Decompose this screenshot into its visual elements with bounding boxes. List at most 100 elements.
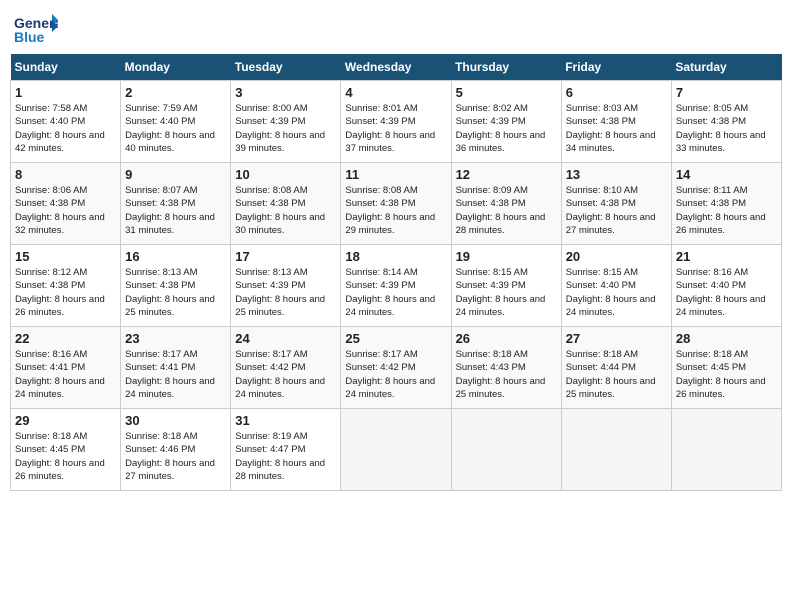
- calendar-cell: 15 Sunrise: 8:12 AMSunset: 4:38 PMDayligh…: [11, 245, 121, 327]
- week-row-1: 1 Sunrise: 7:58 AMSunset: 4:40 PMDaylight…: [11, 81, 782, 163]
- calendar-cell: 8 Sunrise: 8:06 AMSunset: 4:38 PMDaylight…: [11, 163, 121, 245]
- day-detail: Sunrise: 8:18 AMSunset: 4:43 PMDaylight:…: [456, 348, 557, 401]
- week-row-4: 22Sunrise: 8:16 AMSunset: 4:41 PMDayligh…: [11, 327, 782, 409]
- calendar-cell: 14 Sunrise: 8:11 AMSunset: 4:38 PMDayligh…: [671, 163, 781, 245]
- day-number: 24: [235, 331, 336, 346]
- day-detail: Sunrise: 8:12 AMSunset: 4:38 PMDaylight:…: [15, 266, 116, 319]
- calendar-cell: 5Sunrise: 8:02 AMSunset: 4:39 PMDaylight…: [451, 81, 561, 163]
- col-header-tuesday: Tuesday: [231, 54, 341, 81]
- calendar-cell: 6 Sunrise: 8:03 AMSunset: 4:38 PMDaylight…: [561, 81, 671, 163]
- day-number: 15: [15, 249, 116, 264]
- page-header: General Blue: [10, 10, 782, 46]
- col-header-friday: Friday: [561, 54, 671, 81]
- day-detail: Sunrise: 8:01 AMSunset: 4:39 PMDaylight:…: [345, 102, 446, 155]
- day-detail: Sunrise: 8:15 AMSunset: 4:40 PMDaylight:…: [566, 266, 667, 319]
- calendar-cell: 26 Sunrise: 8:18 AMSunset: 4:43 PMDayligh…: [451, 327, 561, 409]
- day-detail: Sunrise: 8:18 AMSunset: 4:44 PMDaylight:…: [566, 348, 667, 401]
- day-detail: Sunrise: 8:17 AMSunset: 4:41 PMDaylight:…: [125, 348, 226, 401]
- calendar-cell: 22Sunrise: 8:16 AMSunset: 4:41 PMDayligh…: [11, 327, 121, 409]
- logo-icon: General Blue: [14, 10, 58, 46]
- day-number: 7: [676, 85, 777, 100]
- day-number: 1: [15, 85, 116, 100]
- day-detail: Sunrise: 8:06 AMSunset: 4:38 PMDaylight:…: [15, 184, 116, 237]
- day-detail: Sunrise: 8:13 AMSunset: 4:38 PMDaylight:…: [125, 266, 226, 319]
- day-number: 22: [15, 331, 116, 346]
- day-detail: Sunrise: 8:07 AMSunset: 4:38 PMDaylight:…: [125, 184, 226, 237]
- calendar-table: SundayMondayTuesdayWednesdayThursdayFrid…: [10, 54, 782, 491]
- calendar-cell: 16 Sunrise: 8:13 AMSunset: 4:38 PMDayligh…: [121, 245, 231, 327]
- day-number: 9: [125, 167, 226, 182]
- day-detail: Sunrise: 8:15 AMSunset: 4:39 PMDaylight:…: [456, 266, 557, 319]
- col-header-monday: Monday: [121, 54, 231, 81]
- calendar-cell: 3 Sunrise: 8:00 AMSunset: 4:39 PMDaylight…: [231, 81, 341, 163]
- day-detail: Sunrise: 8:13 AMSunset: 4:39 PMDaylight:…: [235, 266, 336, 319]
- col-header-thursday: Thursday: [451, 54, 561, 81]
- day-detail: Sunrise: 8:19 AMSunset: 4:47 PMDaylight:…: [235, 430, 336, 483]
- calendar-cell: 28 Sunrise: 8:18 AMSunset: 4:45 PMDayligh…: [671, 327, 781, 409]
- day-detail: Sunrise: 8:10 AMSunset: 4:38 PMDaylight:…: [566, 184, 667, 237]
- day-detail: Sunrise: 8:18 AMSunset: 4:46 PMDaylight:…: [125, 430, 226, 483]
- day-detail: Sunrise: 8:18 AMSunset: 4:45 PMDaylight:…: [676, 348, 777, 401]
- calendar-cell: 21 Sunrise: 8:16 AMSunset: 4:40 PMDayligh…: [671, 245, 781, 327]
- calendar-cell: 20Sunrise: 8:15 AMSunset: 4:40 PMDayligh…: [561, 245, 671, 327]
- day-detail: Sunrise: 8:18 AMSunset: 4:45 PMDaylight:…: [15, 430, 116, 483]
- day-detail: Sunrise: 8:17 AMSunset: 4:42 PMDaylight:…: [345, 348, 446, 401]
- day-number: 29: [15, 413, 116, 428]
- day-number: 26: [456, 331, 557, 346]
- week-row-3: 15 Sunrise: 8:12 AMSunset: 4:38 PMDayligh…: [11, 245, 782, 327]
- day-number: 12: [456, 167, 557, 182]
- day-number: 17: [235, 249, 336, 264]
- day-number: 25: [345, 331, 446, 346]
- day-detail: Sunrise: 7:59 AMSunset: 4:40 PMDaylight:…: [125, 102, 226, 155]
- calendar-cell: 1 Sunrise: 7:58 AMSunset: 4:40 PMDaylight…: [11, 81, 121, 163]
- calendar-cell: [671, 409, 781, 491]
- day-detail: Sunrise: 8:08 AMSunset: 4:38 PMDaylight:…: [345, 184, 446, 237]
- day-number: 23: [125, 331, 226, 346]
- day-detail: Sunrise: 8:09 AMSunset: 4:38 PMDaylight:…: [456, 184, 557, 237]
- calendar-cell: 27 Sunrise: 8:18 AMSunset: 4:44 PMDayligh…: [561, 327, 671, 409]
- calendar-cell: 23 Sunrise: 8:17 AMSunset: 4:41 PMDayligh…: [121, 327, 231, 409]
- calendar-cell: 31 Sunrise: 8:19 AMSunset: 4:47 PMDayligh…: [231, 409, 341, 491]
- calendar-cell: 25 Sunrise: 8:17 AMSunset: 4:42 PMDayligh…: [341, 327, 451, 409]
- calendar-cell: 11 Sunrise: 8:08 AMSunset: 4:38 PMDayligh…: [341, 163, 451, 245]
- day-number: 14: [676, 167, 777, 182]
- day-number: 8: [15, 167, 116, 182]
- calendar-cell: 17 Sunrise: 8:13 AMSunset: 4:39 PMDayligh…: [231, 245, 341, 327]
- day-number: 16: [125, 249, 226, 264]
- calendar-cell: 29 Sunrise: 8:18 AMSunset: 4:45 PMDayligh…: [11, 409, 121, 491]
- calendar-cell: 30 Sunrise: 8:18 AMSunset: 4:46 PMDayligh…: [121, 409, 231, 491]
- day-number: 13: [566, 167, 667, 182]
- col-header-wednesday: Wednesday: [341, 54, 451, 81]
- day-number: 28: [676, 331, 777, 346]
- logo: General Blue: [14, 10, 62, 46]
- calendar-cell: [451, 409, 561, 491]
- day-number: 6: [566, 85, 667, 100]
- calendar-cell: 2Sunrise: 7:59 AMSunset: 4:40 PMDaylight…: [121, 81, 231, 163]
- calendar-cell: 7 Sunrise: 8:05 AMSunset: 4:38 PMDaylight…: [671, 81, 781, 163]
- calendar-cell: 19Sunrise: 8:15 AMSunset: 4:39 PMDayligh…: [451, 245, 561, 327]
- day-detail: Sunrise: 8:03 AMSunset: 4:38 PMDaylight:…: [566, 102, 667, 155]
- day-detail: Sunrise: 7:58 AMSunset: 4:40 PMDaylight:…: [15, 102, 116, 155]
- calendar-cell: [341, 409, 451, 491]
- day-detail: Sunrise: 8:17 AMSunset: 4:42 PMDaylight:…: [235, 348, 336, 401]
- week-row-5: 29 Sunrise: 8:18 AMSunset: 4:45 PMDayligh…: [11, 409, 782, 491]
- day-number: 10: [235, 167, 336, 182]
- calendar-cell: 24 Sunrise: 8:17 AMSunset: 4:42 PMDayligh…: [231, 327, 341, 409]
- day-detail: Sunrise: 8:08 AMSunset: 4:38 PMDaylight:…: [235, 184, 336, 237]
- day-detail: Sunrise: 8:16 AMSunset: 4:40 PMDaylight:…: [676, 266, 777, 319]
- svg-text:Blue: Blue: [14, 29, 45, 45]
- day-number: 21: [676, 249, 777, 264]
- col-header-sunday: Sunday: [11, 54, 121, 81]
- day-number: 27: [566, 331, 667, 346]
- week-row-2: 8 Sunrise: 8:06 AMSunset: 4:38 PMDaylight…: [11, 163, 782, 245]
- calendar-cell: 10 Sunrise: 8:08 AMSunset: 4:38 PMDayligh…: [231, 163, 341, 245]
- day-detail: Sunrise: 8:00 AMSunset: 4:39 PMDaylight:…: [235, 102, 336, 155]
- day-number: 3: [235, 85, 336, 100]
- day-number: 30: [125, 413, 226, 428]
- day-number: 31: [235, 413, 336, 428]
- day-detail: Sunrise: 8:05 AMSunset: 4:38 PMDaylight:…: [676, 102, 777, 155]
- day-detail: Sunrise: 8:11 AMSunset: 4:38 PMDaylight:…: [676, 184, 777, 237]
- day-number: 11: [345, 167, 446, 182]
- calendar-cell: 9 Sunrise: 8:07 AMSunset: 4:38 PMDaylight…: [121, 163, 231, 245]
- calendar-cell: 13 Sunrise: 8:10 AMSunset: 4:38 PMDayligh…: [561, 163, 671, 245]
